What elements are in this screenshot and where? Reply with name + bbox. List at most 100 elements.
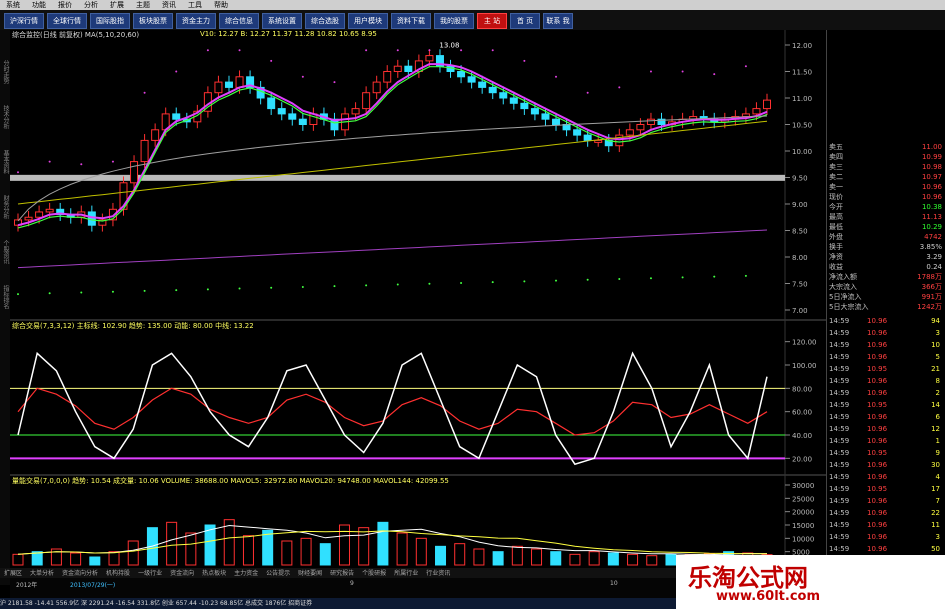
tick-price: 10.96	[867, 425, 888, 433]
watermark-logo: 乐淘公式网 www.60lt.com	[676, 555, 945, 609]
toolbar-button[interactable]: 综合信息	[219, 13, 259, 29]
quote-label: 外盘	[829, 233, 843, 241]
y-tick-label: 10.00	[792, 148, 812, 156]
y-tick-label: 9.50	[792, 175, 808, 183]
toolbar-button[interactable]: 板块股票	[133, 13, 173, 29]
annotation-label: 13.08	[439, 42, 459, 50]
candle-body	[224, 81, 233, 88]
tick-volume: 9	[935, 449, 940, 457]
dot-marker	[206, 288, 209, 291]
volume-bar	[588, 551, 600, 566]
toolbar-button[interactable]: 首 页	[510, 13, 540, 29]
tick-time: 14:59	[829, 413, 850, 421]
volume-bar	[415, 537, 427, 566]
left-tab[interactable]: 财务分析	[0, 195, 10, 219]
toolbar-button[interactable]: 全球行情	[47, 13, 87, 29]
candle-body	[552, 118, 561, 125]
toolbar-button[interactable]: 主 站	[477, 13, 507, 29]
candle-body	[541, 113, 550, 120]
tick-volume: 21	[931, 365, 940, 373]
menu-item[interactable]: 系统	[0, 0, 26, 10]
volume-bar	[473, 548, 485, 566]
tick-time: 14:59	[829, 377, 850, 385]
quote-value: 3.29	[926, 253, 942, 261]
toolbar-button[interactable]: 用户模块	[348, 13, 388, 29]
candle-body	[393, 65, 402, 73]
toolbar-button[interactable]: 国际股指	[90, 13, 130, 29]
toolbar-button[interactable]: 资金主力	[176, 13, 216, 29]
toolbar-button[interactable]: 沪深行情	[4, 13, 44, 29]
y-tick-label: 7.00	[792, 307, 808, 315]
left-tab[interactable]: 个股资讯	[0, 240, 10, 264]
dot-marker	[80, 163, 83, 166]
left-tab[interactable]: 指标排名	[0, 285, 10, 309]
y-tick-label: 11.00	[792, 95, 812, 103]
dot-marker	[460, 49, 463, 52]
quote-value: 10.96	[921, 193, 942, 201]
date-label: 9	[350, 580, 354, 587]
quote-value: 10.97	[921, 173, 942, 181]
left-tab[interactable]: 基本资料	[0, 150, 10, 174]
dot-marker	[111, 290, 114, 293]
candle-body	[235, 76, 244, 88]
tick-time: 14:59	[829, 365, 850, 373]
tick-price: 10.96	[867, 521, 888, 529]
menu-item[interactable]: 工具	[182, 0, 208, 10]
candle-body	[151, 129, 160, 141]
candle-body	[383, 71, 392, 83]
quote-value: 11.13	[921, 213, 942, 221]
dot-marker	[333, 81, 336, 84]
vol-pane-title: 量能交易(7,0,0,0) 趋势: 10.54 成交量: 10.06 VOLUM…	[12, 477, 449, 485]
tick-time: 14:59	[829, 389, 850, 397]
y-tick-label: 9.00	[792, 201, 808, 209]
tick-volume: 6	[935, 413, 940, 421]
tick-row: 14:59 10.96 3	[827, 532, 945, 542]
quote-panel: 卖五 11.00 卖四 10.99 卖三 10.98 卖二 10.97 卖一 10.96 现价 10.…	[826, 30, 945, 585]
left-tab[interactable]: 分时走势	[0, 60, 10, 84]
menu-item[interactable]: 扩展	[104, 0, 130, 10]
dot-marker	[365, 49, 368, 52]
menu-item[interactable]: 主题	[130, 0, 156, 10]
tick-time: 14:59	[829, 437, 850, 445]
dot-marker	[744, 274, 747, 277]
quote-row: 现价 10.96	[827, 192, 945, 202]
tick-volume: 4	[935, 473, 940, 481]
menu-item[interactable]: 功能	[26, 0, 52, 10]
toolbar-button[interactable]: 资料下载	[391, 13, 431, 29]
tick-volume: 14	[931, 401, 940, 409]
toolbar-button[interactable]: 我的股票	[434, 13, 474, 29]
dot-marker	[523, 280, 526, 283]
candle-body	[425, 55, 434, 62]
tick-volume: 30	[931, 461, 940, 469]
quote-value: 4742	[924, 233, 942, 241]
quote-value: 10.96	[921, 183, 942, 191]
volume-bar	[435, 545, 447, 566]
candle-body	[267, 97, 276, 110]
tick-row: 14:59 10.95 14	[827, 400, 945, 410]
tick-time: 14:59	[829, 485, 850, 493]
dot-marker	[80, 291, 83, 294]
candle-body	[752, 108, 761, 115]
volume-bar	[646, 555, 658, 566]
tick-row: 14:59 10.96 4	[827, 472, 945, 482]
candle-body	[499, 92, 508, 99]
menu-item[interactable]: 分析	[78, 0, 104, 10]
candle-body	[130, 161, 139, 184]
tick-price: 10.96	[867, 509, 888, 517]
dot-marker	[713, 275, 716, 278]
tick-row: 14:59 10.96 94	[827, 316, 945, 326]
quote-row: 5日大宗流入 1242万	[827, 302, 945, 312]
toolbar-button[interactable]: 综合选股	[305, 13, 345, 29]
menu-item[interactable]: 报价	[52, 0, 78, 10]
toolbar-button[interactable]: 联系 我们	[543, 13, 573, 39]
quote-label: 卖一	[829, 183, 843, 191]
tick-volume: 10	[931, 341, 940, 349]
quote-row: 卖三 10.98	[827, 162, 945, 172]
dot-marker	[428, 49, 431, 52]
dot-marker	[586, 278, 589, 281]
menu-item[interactable]: 资讯	[156, 0, 182, 10]
left-tab[interactable]: 技术分析	[0, 105, 10, 129]
menu-item[interactable]: 帮助	[208, 0, 234, 10]
candle-body	[277, 108, 286, 115]
toolbar-button[interactable]: 系统设置	[262, 13, 302, 29]
